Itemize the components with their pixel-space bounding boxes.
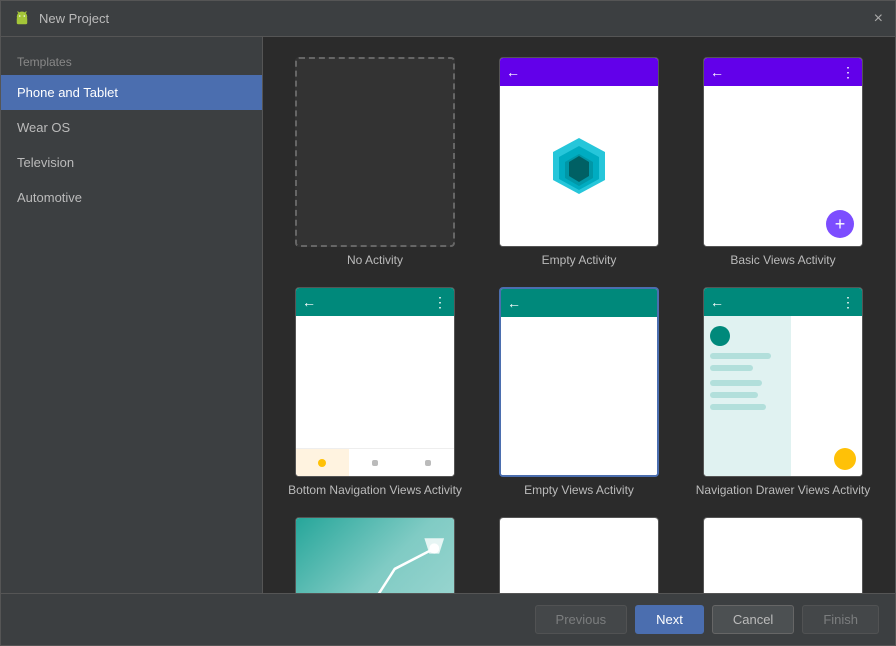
title-bar: New Project ×	[1, 1, 895, 37]
title-bar-left: New Project	[13, 10, 109, 28]
empty-views-label: Empty Views Activity	[524, 483, 634, 497]
empty-activity-label: Empty Activity	[542, 253, 617, 267]
cpp-card: C++	[703, 517, 863, 593]
basic-views-header: ← ⋮	[704, 58, 862, 86]
sidebar-item-automotive[interactable]: Automotive	[1, 180, 262, 215]
drawer-line-2	[710, 365, 753, 371]
trend-bg	[296, 518, 454, 593]
template-cpp[interactable]: C++ Native C++	[691, 517, 875, 593]
back-arrow-2-icon: ←	[710, 64, 724, 80]
template-nav-drawer[interactable]: ← ⋮	[691, 287, 875, 497]
no-activity-card	[295, 57, 455, 247]
new-project-dialog: New Project × Templates Phone and Tablet…	[0, 0, 896, 646]
empty-activity-body	[500, 86, 658, 246]
nav-item-2	[349, 449, 402, 476]
back-arrow-5-icon: ←	[710, 294, 724, 310]
empty-views-card: ←	[499, 287, 659, 477]
template-trendline[interactable]: Responsive Views Activity	[283, 517, 467, 593]
drawer-line-4	[710, 392, 758, 398]
template-game[interactable]: Game Activity	[487, 517, 671, 593]
template-grid: No Activity ←	[263, 37, 895, 593]
empty-views-body	[501, 317, 657, 475]
nav-drawer-label: Navigation Drawer Views Activity	[696, 483, 871, 497]
nav-item-1	[296, 449, 349, 476]
cpp-card-body: C++	[704, 518, 862, 593]
game-card	[499, 517, 659, 593]
template-bottom-nav[interactable]: ← ⋮	[283, 287, 467, 497]
sidebar: Templates Phone and Tablet Wear OS Telev…	[1, 37, 263, 593]
back-arrow-4-icon: ←	[507, 295, 521, 311]
drawer-panel	[704, 316, 791, 476]
main-content: No Activity ←	[263, 37, 895, 593]
sidebar-item-label-television: Television	[17, 155, 74, 170]
bottom-nav-header: ← ⋮	[296, 288, 454, 316]
bottom-nav-card: ← ⋮	[295, 287, 455, 477]
empty-activity-card: ←	[499, 57, 659, 247]
close-button[interactable]: ×	[874, 10, 883, 28]
empty-activity-header: ←	[500, 58, 658, 86]
finish-button[interactable]: Finish	[802, 605, 879, 634]
dialog-title: New Project	[39, 11, 109, 26]
nav-drawer-card: ← ⋮	[703, 287, 863, 477]
next-button[interactable]: Next	[635, 605, 704, 634]
empty-activity-icon	[500, 86, 658, 246]
template-no-activity[interactable]: No Activity	[283, 57, 467, 267]
sidebar-item-label-wear-os: Wear OS	[17, 120, 70, 135]
hex-svg	[549, 136, 609, 196]
sidebar-item-wear-os[interactable]: Wear OS	[1, 110, 262, 145]
drawer-line-3	[710, 380, 762, 386]
cancel-button[interactable]: Cancel	[712, 605, 794, 634]
no-activity-label: No Activity	[347, 253, 403, 267]
footer: Previous Next Cancel Finish	[1, 593, 895, 645]
three-dots-2-icon: ⋮	[433, 294, 448, 311]
empty-views-header: ←	[501, 289, 657, 317]
three-dots-icon: ⋮	[841, 64, 856, 81]
nav-drawer-main	[791, 316, 862, 476]
cpp-logo-svg: C++	[743, 582, 823, 593]
sidebar-item-phone-tablet[interactable]: Phone and Tablet	[1, 75, 262, 110]
nav-dot-inactive-1-icon	[372, 460, 378, 466]
drawer-avatar-icon	[710, 326, 730, 346]
nav-drawer-body	[704, 316, 862, 476]
nav-dot-active-icon	[318, 459, 326, 467]
fab-circle-icon	[834, 448, 856, 470]
back-arrow-icon: ←	[506, 64, 520, 80]
android-icon	[13, 10, 31, 28]
three-dots-3-icon: ⋮	[841, 294, 856, 311]
basic-views-label: Basic Views Activity	[730, 253, 835, 267]
bottom-nav-label: Bottom Navigation Views Activity	[288, 483, 462, 497]
trendline-card	[295, 517, 455, 593]
sidebar-item-label-phone-tablet: Phone and Tablet	[17, 85, 118, 100]
nav-drawer-header: ← ⋮	[704, 288, 862, 316]
bottom-nav-bar	[296, 448, 454, 476]
nav-dot-inactive-2-icon	[425, 460, 431, 466]
template-empty-activity[interactable]: ←	[487, 57, 671, 267]
template-basic-views[interactable]: ← ⋮ + Basic Views Activity	[691, 57, 875, 267]
sidebar-item-label-automotive: Automotive	[17, 190, 82, 205]
game-card-body	[500, 518, 658, 593]
dialog-body: Templates Phone and Tablet Wear OS Telev…	[1, 37, 895, 593]
game-controller-svg	[544, 585, 614, 594]
bottom-nav-body	[296, 316, 454, 476]
drawer-line-1	[710, 353, 771, 359]
plus-fab-icon: +	[826, 210, 854, 238]
basic-views-card: ← ⋮ +	[703, 57, 863, 247]
previous-button[interactable]: Previous	[535, 605, 628, 634]
sidebar-item-television[interactable]: Television	[1, 145, 262, 180]
sidebar-section-label: Templates	[1, 45, 262, 75]
basic-views-body: +	[704, 86, 862, 246]
trend-chart-svg	[296, 528, 454, 593]
drawer-line-5	[710, 404, 766, 410]
nav-item-3	[401, 449, 454, 476]
back-arrow-3-icon: ←	[302, 294, 316, 310]
template-empty-views[interactable]: ← Empty Views Activity	[487, 287, 671, 497]
